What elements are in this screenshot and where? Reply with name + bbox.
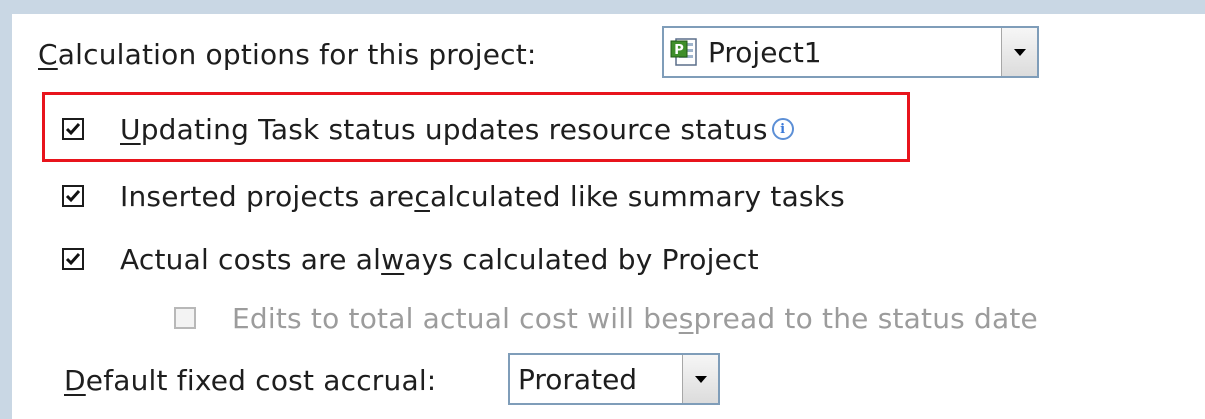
project-file-icon: P — [670, 37, 700, 67]
project-select-dropdown-button[interactable] — [1001, 28, 1037, 76]
calculation-options-label: Calculation options for this project: — [38, 37, 537, 71]
checkmark-icon — [65, 123, 81, 136]
checkbox-updating-task-status[interactable] — [62, 118, 84, 140]
accrual-select[interactable]: Prorated — [508, 353, 720, 405]
accrual-select-value: Prorated — [518, 362, 638, 396]
checkbox-actual-costs[interactable] — [62, 248, 84, 270]
calculation-options-panel: Calculation options for this project: P … — [12, 14, 1205, 419]
checkmark-icon — [65, 253, 81, 266]
accrual-select-dropdown-button[interactable] — [682, 355, 718, 403]
option-actual-costs[interactable]: Actual costs are al w ays calculated by Pr… — [62, 239, 759, 279]
option-inserted-projects[interactable]: Inserted projects are c alculated like su… — [62, 176, 845, 216]
project-select-value: Project1 — [708, 35, 822, 69]
project-select[interactable]: P Project1 — [662, 26, 1039, 78]
option-edits-spread[interactable]: Edits to total actual cost will be s prea… — [174, 298, 1038, 338]
default-fixed-cost-accrual-label: Default fixed cost accrual: — [64, 363, 437, 397]
info-icon[interactable]: i — [771, 118, 794, 140]
svg-text:P: P — [674, 43, 684, 58]
checkbox-edits-spread[interactable] — [174, 307, 196, 329]
checkmark-icon — [65, 190, 81, 203]
option-updating-task-status[interactable]: Updating Task status updates resource st… — [62, 109, 794, 149]
checkbox-inserted-projects[interactable] — [62, 185, 84, 207]
